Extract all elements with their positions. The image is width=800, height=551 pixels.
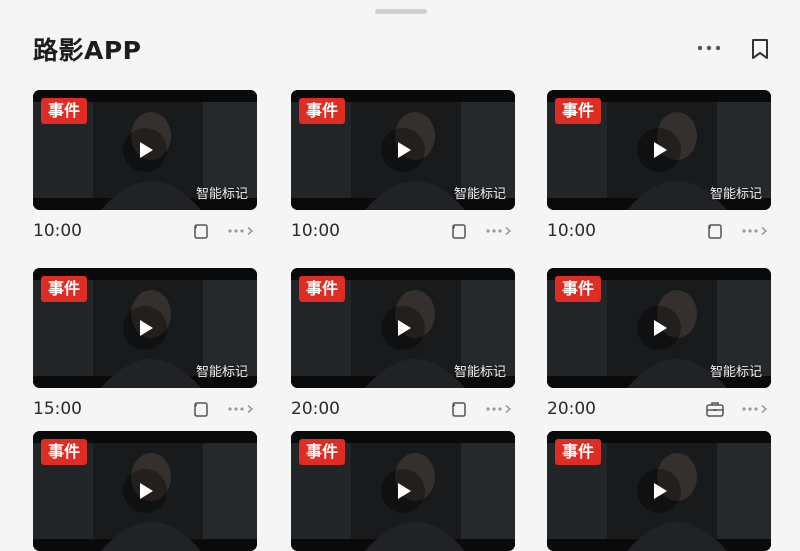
- video-thumbnail[interactable]: 事件智能标记: [33, 268, 257, 388]
- more-options-icon[interactable]: [227, 401, 257, 417]
- play-icon[interactable]: [123, 306, 167, 350]
- video-card: 事件智能标记 10:00: [33, 90, 257, 241]
- more-options-icon[interactable]: [485, 223, 515, 239]
- event-tag: 事件: [555, 439, 602, 465]
- play-icon[interactable]: [123, 469, 167, 513]
- video-time: 10:00: [33, 221, 82, 241]
- smart-mark-label: 智能标记: [195, 187, 248, 202]
- more-options-icon[interactable]: [485, 401, 515, 417]
- video-card: 事件智能标记 10:00: [547, 90, 771, 241]
- smart-mark-label: 智能标记: [453, 365, 506, 380]
- briefcase-icon[interactable]: [705, 399, 725, 419]
- smart-mark-label: 智能标记: [709, 187, 762, 202]
- video-thumbnail[interactable]: 事件智能标记: [291, 90, 515, 210]
- event-tag: 事件: [299, 439, 346, 465]
- copy-icon[interactable]: [191, 399, 211, 419]
- video-thumbnail[interactable]: 事件: [33, 431, 257, 551]
- copy-icon[interactable]: [449, 221, 469, 241]
- event-tag: 事件: [41, 98, 88, 124]
- video-card: 事件智能标记 10:00: [291, 90, 515, 241]
- event-tag: 事件: [555, 276, 602, 302]
- play-icon[interactable]: [381, 469, 425, 513]
- video-thumbnail[interactable]: 事件智能标记: [33, 90, 257, 210]
- more-options-icon[interactable]: [227, 223, 257, 239]
- smart-mark-label: 智能标记: [709, 365, 762, 380]
- video-time: 10:00: [291, 221, 340, 241]
- video-card: 事件智能标记 20:00: [291, 268, 515, 419]
- event-tag: 事件: [555, 98, 602, 124]
- video-card: 事件: [291, 431, 515, 551]
- smart-mark-label: 智能标记: [195, 365, 248, 380]
- video-card: 事件: [33, 431, 257, 551]
- play-icon[interactable]: [637, 306, 681, 350]
- more-options-icon[interactable]: [741, 223, 771, 239]
- event-tag: 事件: [41, 276, 88, 302]
- play-icon[interactable]: [637, 128, 681, 172]
- play-icon[interactable]: [123, 128, 167, 172]
- play-icon[interactable]: [381, 128, 425, 172]
- play-icon[interactable]: [637, 469, 681, 513]
- play-icon[interactable]: [381, 306, 425, 350]
- video-thumbnail[interactable]: 事件智能标记: [547, 90, 771, 210]
- video-thumbnail[interactable]: 事件: [547, 431, 771, 551]
- smart-mark-label: 智能标记: [453, 187, 506, 202]
- video-thumbnail[interactable]: 事件智能标记: [547, 268, 771, 388]
- drag-handle[interactable]: [375, 9, 427, 14]
- event-tag: 事件: [41, 439, 88, 465]
- video-card: 事件智能标记 20:00: [547, 268, 771, 419]
- bookmark-icon[interactable]: [748, 36, 772, 62]
- copy-icon[interactable]: [449, 399, 469, 419]
- video-time: 10:00: [547, 221, 596, 241]
- video-time: 20:00: [291, 399, 340, 419]
- app-title: 路影APP: [33, 36, 142, 65]
- copy-icon[interactable]: [191, 221, 211, 241]
- event-tag: 事件: [299, 276, 346, 302]
- more-options-icon[interactable]: [741, 401, 771, 417]
- event-tag: 事件: [299, 98, 346, 124]
- video-time: 20:00: [547, 399, 596, 419]
- video-card: 事件智能标记 15:00: [33, 268, 257, 419]
- video-time: 15:00: [33, 399, 82, 419]
- video-card: 事件: [547, 431, 771, 551]
- copy-icon[interactable]: [705, 221, 725, 241]
- video-thumbnail[interactable]: 事件智能标记: [291, 268, 515, 388]
- more-horizontal-icon[interactable]: [694, 36, 724, 60]
- video-thumbnail[interactable]: 事件: [291, 431, 515, 551]
